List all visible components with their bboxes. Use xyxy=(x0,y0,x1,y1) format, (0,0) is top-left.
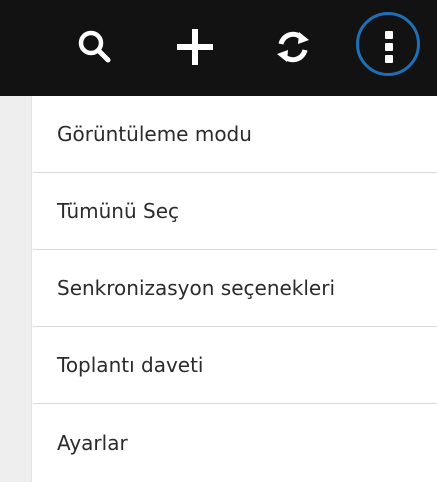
menu-item-view-mode[interactable]: Görüntüleme modu xyxy=(33,96,437,173)
overflow-menu-icon xyxy=(385,31,393,63)
sync-icon xyxy=(277,31,309,63)
menu-item-settings[interactable]: Ayarlar xyxy=(33,404,437,481)
background-panel-edge xyxy=(0,96,32,482)
menu-item-meeting-invite[interactable]: Toplantı daveti xyxy=(33,327,437,404)
search-icon xyxy=(78,30,111,63)
menu-item-select-all[interactable]: Tümünü Seç xyxy=(33,173,437,250)
action-bar xyxy=(0,0,437,96)
menu-item-sync-options[interactable]: Senkronizasyon seçenekleri xyxy=(33,250,437,327)
search-button[interactable] xyxy=(56,8,134,86)
overflow-menu: Görüntüleme modu Tümünü Seç Senkronizasy… xyxy=(33,96,437,482)
add-button[interactable] xyxy=(156,8,234,86)
plus-icon xyxy=(177,29,213,65)
sync-button[interactable] xyxy=(254,8,332,86)
overflow-menu-button[interactable] xyxy=(350,8,428,86)
